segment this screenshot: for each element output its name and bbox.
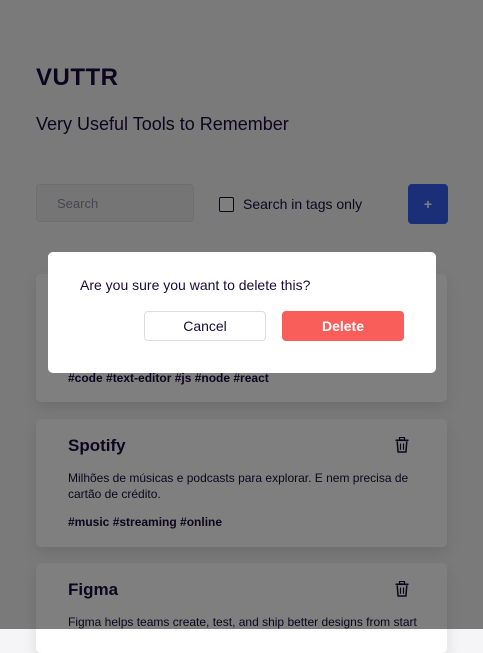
delete-confirm-modal: Are you sure you want to delete this? Ca… — [48, 252, 436, 373]
cancel-button[interactable]: Cancel — [144, 311, 266, 341]
modal-question: Are you sure you want to delete this? — [80, 277, 311, 293]
delete-button[interactable]: Delete — [282, 311, 404, 341]
